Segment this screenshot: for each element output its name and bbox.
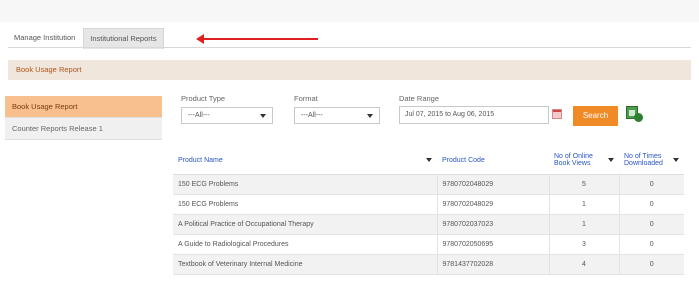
table-header-row: Product Name Product Code No of Online B… bbox=[173, 146, 684, 175]
download-badge-shape bbox=[634, 113, 643, 122]
annotation-arrow bbox=[196, 34, 318, 44]
annotation-arrow-head bbox=[196, 34, 204, 44]
usage-table: Product Name Product Code No of Online B… bbox=[173, 146, 684, 275]
date-range-value: Jul 07, 2015 to Aug 06, 2015 bbox=[405, 111, 495, 118]
cell-product-code: 9780702050695 bbox=[437, 234, 550, 255]
sort-caret-icon[interactable] bbox=[608, 158, 614, 162]
cell-downloads: 0 bbox=[619, 174, 684, 195]
downloads-header-label: No of Times Downloaded bbox=[624, 153, 663, 167]
date-range-label: Date Range bbox=[399, 94, 440, 103]
cell-product-name: 150 ECG Problems bbox=[173, 194, 438, 215]
cell-downloads: 0 bbox=[619, 254, 684, 275]
top-strip bbox=[0, 0, 699, 22]
chevron-down-icon bbox=[367, 114, 373, 118]
online-views-header-label: No of Online Book Views bbox=[554, 153, 593, 167]
cell-product-code: 9781437702028 bbox=[437, 254, 550, 275]
date-range-input[interactable]: Jul 07, 2015 to Aug 06, 2015 bbox=[399, 106, 549, 124]
column-header-product-code[interactable]: Product Code bbox=[437, 146, 549, 175]
cell-product-code: 9780702037023 bbox=[437, 214, 550, 235]
tab-manage-institution[interactable]: Manage Institution bbox=[8, 28, 81, 48]
cell-product-name: A Political Practice of Occupational The… bbox=[173, 214, 438, 235]
section-title: Book Usage Report bbox=[16, 65, 82, 74]
cell-online-views: 1 bbox=[549, 194, 620, 215]
product-code-header-label: Product Code bbox=[442, 156, 485, 164]
cell-product-name: A Guide to Radiological Procedures bbox=[173, 234, 438, 255]
tab-bar: Manage Institution Institutional Reports bbox=[8, 28, 166, 49]
cell-online-views: 1 bbox=[549, 214, 620, 235]
sidebar-item-counter-reports[interactable]: Counter Reports Release 1 bbox=[5, 118, 162, 140]
search-button[interactable]: Search bbox=[573, 106, 618, 126]
sort-caret-icon[interactable] bbox=[426, 158, 432, 162]
cell-downloads: 0 bbox=[619, 234, 684, 255]
product-type-value: ---All--- bbox=[188, 112, 210, 119]
tab-divider bbox=[8, 47, 691, 48]
column-header-downloads[interactable]: No of Times Downloaded bbox=[619, 146, 684, 175]
cell-product-code: 9780702048029 bbox=[437, 174, 550, 195]
format-label: Format bbox=[294, 94, 318, 103]
sort-caret-icon[interactable] bbox=[673, 158, 679, 162]
calendar-icon[interactable] bbox=[552, 109, 562, 119]
annotation-arrow-line bbox=[202, 38, 318, 40]
tab-institutional-reports[interactable]: Institutional Reports bbox=[83, 28, 164, 49]
table-row: A Guide to Radiological Procedures 97807… bbox=[173, 234, 684, 255]
product-type-label: Product Type bbox=[181, 94, 226, 103]
product-type-select[interactable]: ---All--- bbox=[181, 107, 273, 124]
section-header: Book Usage Report bbox=[8, 60, 691, 80]
cell-downloads: 0 bbox=[619, 194, 684, 215]
column-header-online-views[interactable]: No of Online Book Views bbox=[549, 146, 619, 175]
cell-online-views: 4 bbox=[549, 254, 620, 275]
table-row: 150 ECG Problems 9780702048029 1 0 bbox=[173, 194, 684, 215]
column-header-product-name[interactable]: Product Name bbox=[173, 146, 437, 175]
cell-product-name: 150 ECG Problems bbox=[173, 174, 438, 195]
cell-online-views: 5 bbox=[549, 174, 620, 195]
cell-downloads: 0 bbox=[619, 214, 684, 235]
report-sidebar: Book Usage Report Counter Reports Releas… bbox=[5, 96, 162, 140]
table-row: A Political Practice of Occupational The… bbox=[173, 214, 684, 235]
table-row: Textbook of Veterinary Internal Medicine… bbox=[173, 254, 684, 275]
excel-export-icon[interactable] bbox=[626, 106, 644, 123]
cell-product-name: Textbook of Veterinary Internal Medicine bbox=[173, 254, 438, 275]
format-value: ---All--- bbox=[301, 112, 323, 119]
product-name-header-label: Product Name bbox=[178, 156, 223, 164]
chevron-down-icon bbox=[260, 114, 266, 118]
sidebar-item-book-usage-report[interactable]: Book Usage Report bbox=[5, 96, 162, 118]
table-row: 150 ECG Problems 9780702048029 5 0 bbox=[173, 174, 684, 195]
cell-online-views: 3 bbox=[549, 234, 620, 255]
format-select[interactable]: ---All--- bbox=[294, 107, 380, 124]
cell-product-code: 9780702048029 bbox=[437, 194, 550, 215]
